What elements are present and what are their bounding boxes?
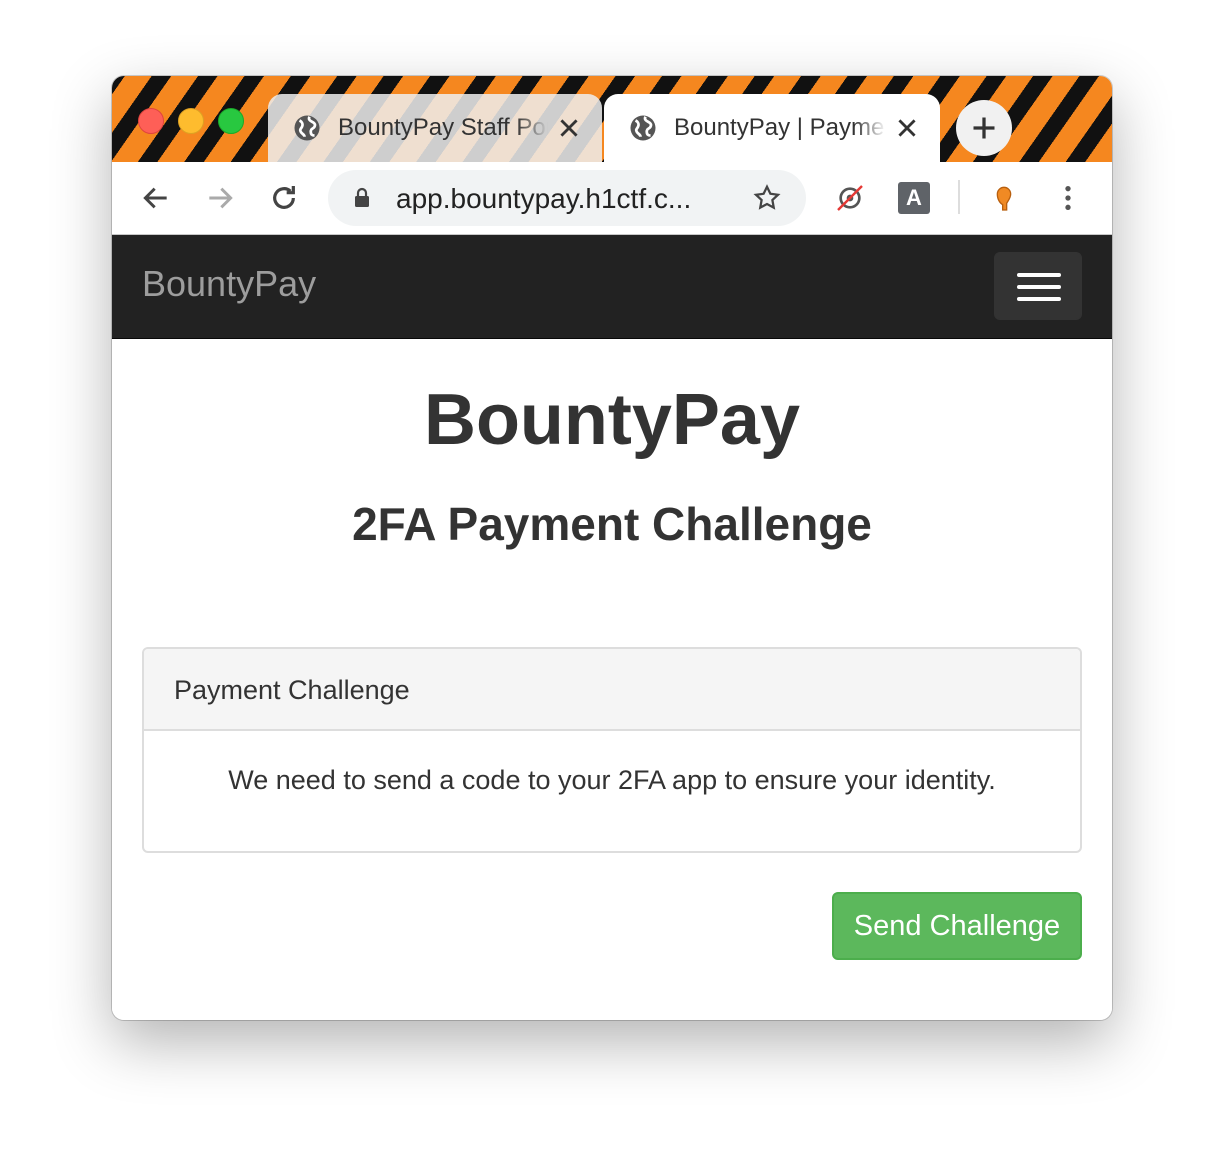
bookmark-star-icon[interactable] [752,183,782,213]
browser-window: BountyPay Staff Portal BountyPay | Payme… [112,76,1112,1020]
navbar-brand[interactable]: BountyPay [142,263,316,305]
page-title: BountyPay [423,380,801,460]
lock-icon [355,187,369,207]
page-subtitle: 2FA Payment Challenge [352,498,872,550]
close-window-button[interactable] [138,108,164,134]
address-bar[interactable]: app.bountypay.h1ctf.c... [328,170,806,226]
panel-body: We need to send a code to your 2FA app t… [228,765,996,795]
close-tab-icon[interactable] [556,115,582,141]
send-challenge-button[interactable]: Send Challenge [832,892,1082,960]
title-bar: BountyPay Staff Portal BountyPay | Payme… [112,76,1112,162]
payment-challenge-panel: Payment Challenge We need to send a code… [142,647,1082,853]
tab-payment[interactable]: BountyPay | Payment [604,94,940,162]
tab-staff-portal[interactable]: BountyPay Staff Portal [268,94,602,162]
translate-extension-icon[interactable]: A [898,182,930,214]
back-arrow-icon[interactable] [140,182,172,214]
plus-icon [973,117,995,139]
globe-icon [294,115,320,141]
more-menu-icon[interactable] [1052,182,1084,214]
minimize-window-button[interactable] [178,108,204,134]
reload-icon[interactable] [268,182,300,214]
page-content: BountyPay 2FA Payment Challenge Payment … [112,339,1112,1020]
tracking-blocked-icon[interactable] [834,182,866,214]
url-text: app.bountypay.h1ctf.c... [396,183,692,214]
tab-title: BountyPay | Payment [674,114,886,141]
new-tab-button[interactable] [956,100,1012,156]
site-navbar: BountyPay [112,235,1112,339]
navbar-toggle-button[interactable] [994,252,1082,320]
panel-heading: Payment Challenge [144,649,1080,731]
hamburger-bar [1017,285,1061,289]
tab-title: BountyPay Staff Portal [338,114,548,141]
globe-icon [630,115,656,141]
toolbar-divider [958,180,960,214]
zoom-window-button[interactable] [218,108,244,134]
close-tab-icon[interactable] [894,115,920,141]
forward-arrow-icon[interactable] [204,182,236,214]
profile-avatar-icon[interactable] [988,182,1020,214]
hamburger-bar [1017,297,1061,301]
hamburger-bar [1017,273,1061,277]
browser-toolbar: app.bountypay.h1ctf.c... A [112,162,1112,235]
